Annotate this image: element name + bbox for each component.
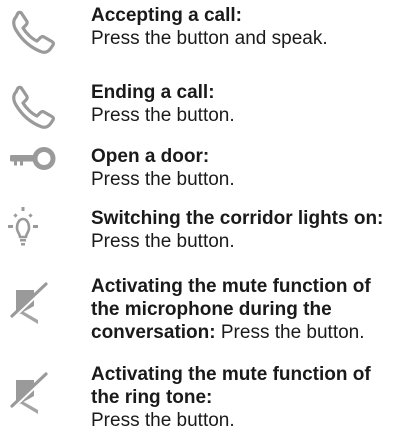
- phone-handset-icon: [4, 7, 60, 55]
- instruction-list: Accepting a call: Press the button and s…: [0, 0, 416, 434]
- instruction-description: Press the button.: [91, 105, 235, 126]
- instruction-description: Press the button.: [91, 231, 235, 252]
- instruction-title-line: Activating the mute function of: [91, 364, 371, 385]
- microphone-mute-icon: [4, 278, 60, 326]
- instruction-title-line: conversation:: [91, 322, 216, 343]
- instruction-title-line: the ring tone:: [91, 387, 213, 408]
- ring-tone-mute-icon: [4, 368, 60, 416]
- instruction-title: Open a door:: [91, 146, 210, 167]
- instruction-title: Switching the corridor lights on:: [91, 208, 384, 229]
- instruction-title-line: the microphone during the: [91, 299, 332, 320]
- instruction-description: Press the button.: [91, 169, 235, 190]
- instruction-description: Press the button.: [215, 322, 365, 343]
- instruction-title-line: Activating the mute function of: [91, 276, 371, 297]
- instruction-title: Ending a call:: [91, 82, 215, 103]
- light-bulb-icon: [4, 204, 60, 252]
- instruction-description: Press the button.: [91, 410, 235, 431]
- instruction-title: Accepting a call:: [91, 5, 242, 26]
- phone-handset-icon: [4, 82, 60, 130]
- key-icon: [4, 141, 60, 189]
- instruction-description: Press the button and speak.: [91, 28, 328, 49]
